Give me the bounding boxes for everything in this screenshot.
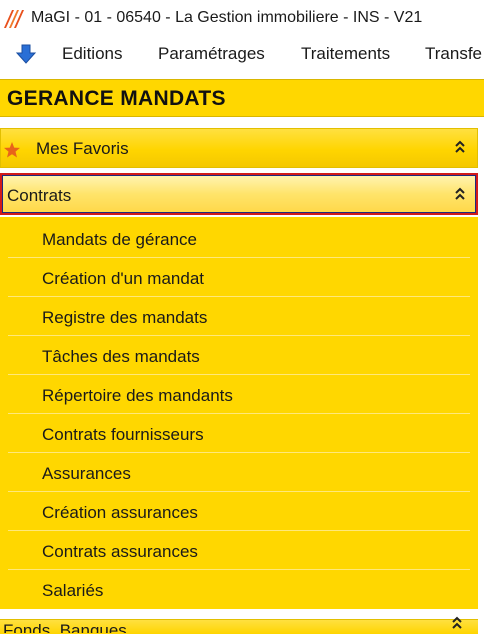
- panel-gap: [0, 117, 484, 125]
- group-label: Contrats: [7, 186, 72, 205]
- list-item-label: Création assurances: [42, 503, 198, 522]
- section-header: GERANCE MANDATS: [0, 79, 484, 117]
- next-group-partial[interactable]: Fonds, Banques, ...: [0, 612, 484, 634]
- list-item-contrats-fournisseurs[interactable]: Contrats fournisseurs: [8, 414, 470, 453]
- menu-traitements[interactable]: Traitements: [301, 44, 390, 64]
- menu-editions[interactable]: Editions: [62, 44, 122, 64]
- download-arrow-icon[interactable]: [15, 43, 37, 65]
- list-item-label: Contrats fournisseurs: [42, 425, 204, 444]
- group-contrats-focus: Contrats: [2, 175, 476, 213]
- collapse-chevron-icon[interactable]: [455, 187, 465, 203]
- list-item-label: Contrats assurances: [42, 542, 198, 561]
- group-label: Mes Favoris: [36, 139, 129, 158]
- list-item-creation-assurances[interactable]: Création assurances: [8, 492, 470, 531]
- contrats-list: Mandats de gérance Création d'un mandat …: [0, 217, 478, 609]
- list-item-label: Mandats de gérance: [42, 230, 197, 249]
- menu-transferts[interactable]: Transfe: [425, 44, 482, 64]
- menu-parametrages[interactable]: Paramétrages: [158, 44, 265, 64]
- next-group-label: Fonds, Banques, ...: [3, 621, 151, 633]
- list-item-creation-mandat[interactable]: Création d'un mandat: [8, 258, 470, 297]
- window-title: MaGI - 01 - 06540 - La Gestion immobilie…: [31, 9, 423, 26]
- app-logo-icon: [4, 10, 24, 28]
- menu-bar: Editions Paramétrages Traitements Transf…: [0, 38, 484, 70]
- list-item-label: Registre des mandats: [42, 308, 208, 327]
- list-item-repertoire-mandants[interactable]: Répertoire des mandants: [8, 375, 470, 414]
- window-titlebar: MaGI - 01 - 06540 - La Gestion immobilie…: [0, 0, 484, 38]
- list-item-contrats-assurances[interactable]: Contrats assurances: [8, 531, 470, 570]
- group-mes-favoris[interactable]: Mes Favoris: [0, 128, 478, 168]
- list-item-label: Assurances: [42, 464, 131, 483]
- collapse-chevron-icon[interactable]: [452, 616, 462, 633]
- list-item-label: Tâches des mandats: [42, 347, 200, 366]
- list-item-salaries[interactable]: Salariés: [8, 570, 470, 609]
- collapse-chevron-icon[interactable]: [455, 140, 465, 156]
- list-item-assurances[interactable]: Assurances: [8, 453, 470, 492]
- list-item-mandats-de-gerance[interactable]: Mandats de gérance: [8, 219, 470, 258]
- list-item-label: Salariés: [42, 581, 104, 600]
- list-item-registre-mandats[interactable]: Registre des mandats: [8, 297, 470, 336]
- list-item-label: Création d'un mandat: [42, 269, 205, 288]
- group-contrats[interactable]: Contrats: [0, 173, 478, 215]
- list-item-taches-mandats[interactable]: Tâches des mandats: [8, 336, 470, 375]
- star-icon: [4, 142, 20, 158]
- list-item-label: Répertoire des mandants: [42, 386, 233, 405]
- section-title: GERANCE MANDATS: [7, 87, 226, 110]
